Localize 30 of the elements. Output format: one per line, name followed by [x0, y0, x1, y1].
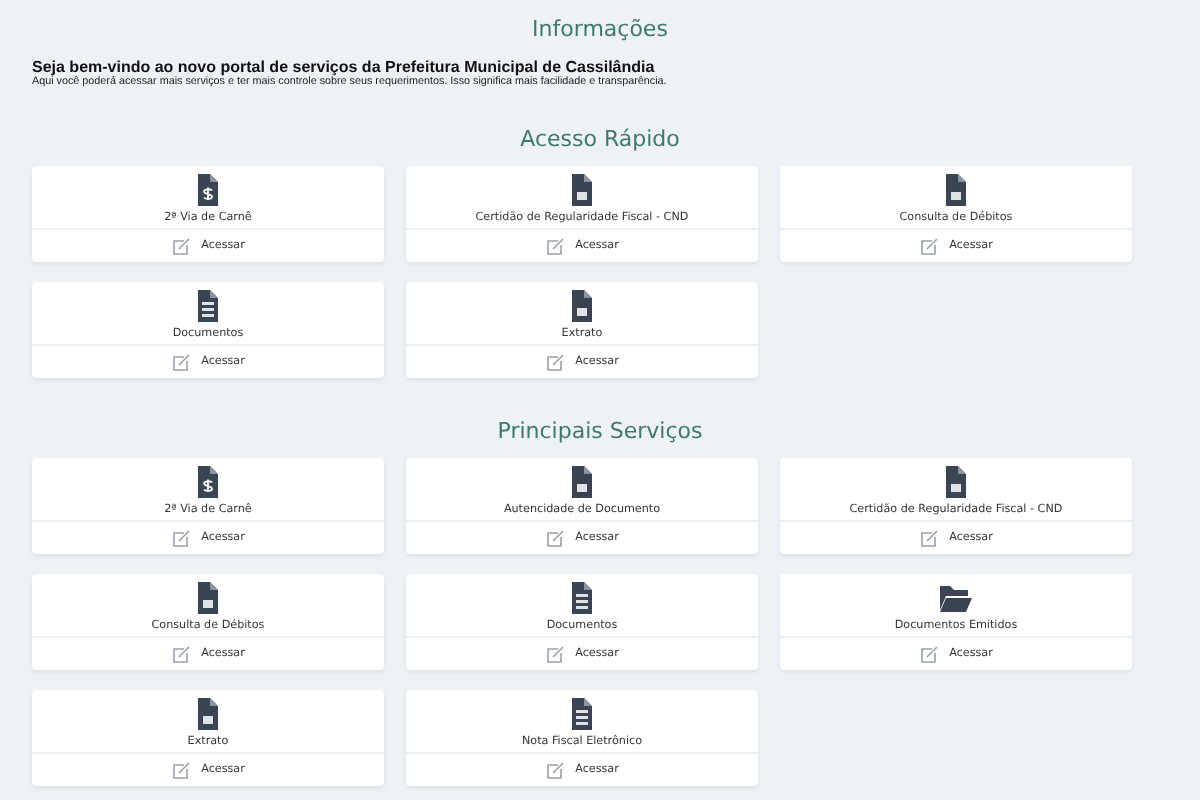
document-icon: [196, 582, 220, 614]
invoice-icon: [196, 466, 220, 498]
document-icon: [570, 466, 594, 498]
edit-icon: [919, 237, 938, 255]
list-document-icon: [570, 582, 594, 614]
document-icon: [196, 698, 220, 730]
edit-icon: [171, 353, 190, 371]
edit-icon: [545, 645, 564, 663]
document-icon: [570, 290, 594, 322]
edit-icon: [171, 237, 190, 255]
document-icon: [570, 174, 594, 206]
document-icon: [944, 466, 968, 498]
folder-icon: [940, 582, 972, 614]
invoice-icon: [196, 174, 220, 206]
list-document-icon: [196, 290, 220, 322]
list-document-icon: [570, 698, 594, 730]
section-title: Acesso Rápido: [518, 126, 682, 152]
edit-icon: [545, 353, 564, 371]
section-title: Principais Serviços: [495, 418, 705, 444]
edit-icon: [545, 761, 564, 779]
edit-icon: [171, 761, 190, 779]
edit-icon: [919, 645, 938, 663]
edit-icon: [919, 529, 938, 547]
edit-icon: [171, 529, 190, 547]
welcome-heading: Seja bem-vindo ao novo portal de serviços da Prefeitura Municipal de Cassilândia: [32, 58, 657, 76]
document-icon: [944, 174, 968, 206]
edit-icon: [171, 645, 190, 663]
edit-icon: [545, 237, 564, 255]
edit-icon: [545, 529, 564, 547]
section-title: Informações: [530, 16, 670, 42]
